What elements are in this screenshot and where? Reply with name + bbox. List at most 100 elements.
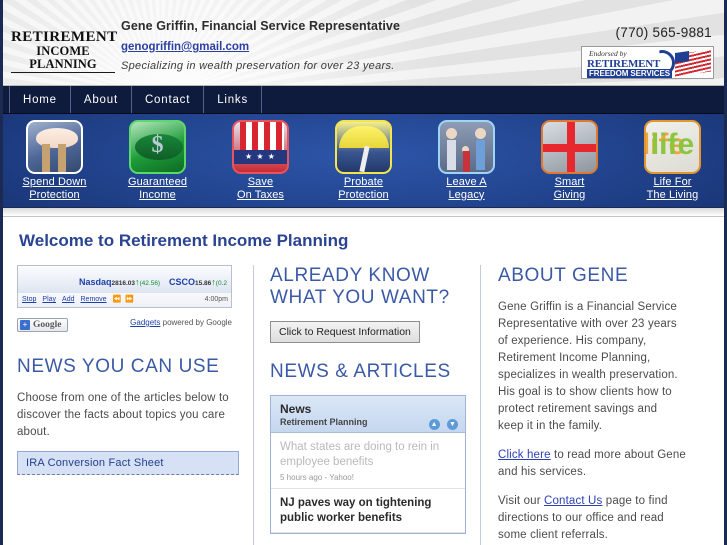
already-know-heading: ALREADY KNOW WHAT YOU WANT? <box>270 265 464 309</box>
news-and-articles-heading: NEWS & ARTICLES <box>270 361 451 382</box>
page-root: RETIREMENT INCOME PLANNING Gene Griffin,… <box>0 0 727 545</box>
powered-by-text: powered by Google <box>160 318 232 327</box>
stock-gadget-footer: + Google Gadgets powered by Google <box>17 314 232 334</box>
about-paragraph-3: Visit our Contact Us page to find direct… <box>498 493 686 544</box>
tile-label-line2: Income <box>139 188 176 201</box>
tile-label-line1: Save <box>247 176 274 188</box>
life-wordmark-icon <box>644 120 701 174</box>
article-link-ira-conversion-fact-sheet[interactable]: IRA Conversion Fact Sheet <box>17 451 239 475</box>
gadget-timestamp: 4:00pm <box>204 296 228 303</box>
left-column: Nasdaq2816.03↑(42.56) CSCO15.86↑(0.2 Sto… <box>17 265 253 545</box>
gift-box-icon <box>541 120 598 174</box>
site-logo[interactable]: RETIREMENT INCOME PLANNING <box>11 29 118 73</box>
stock-ticker-gadget: Nasdaq2816.03↑(42.56) CSCO15.86↑(0.2 Sto… <box>17 265 232 308</box>
quote-change: (0.2 <box>215 280 227 287</box>
click-here-link[interactable]: Click here <box>498 449 551 461</box>
agent-email-link[interactable]: genogriffin@gmail.com <box>121 41 249 53</box>
logo-line-1: RETIREMENT <box>11 29 118 45</box>
main-content: Welcome to Retirement Income Planning Na… <box>3 217 724 545</box>
tile-label-line2: On Taxes <box>236 188 285 201</box>
about-paragraph-1: Gene Griffin is a Financial Service Repr… <box>498 301 678 432</box>
nav-item-about[interactable]: About <box>71 86 132 113</box>
agent-name-title: Gene Griffin, Financial Service Represen… <box>121 19 401 33</box>
news-list-item[interactable]: NJ paves way on tightening public worker… <box>271 489 465 533</box>
tile-label-line2: The Living <box>646 188 699 201</box>
dollar-bill-icon <box>129 120 186 174</box>
gadget-add-link[interactable]: Add <box>62 296 74 303</box>
endorsement-badge: Endorsed by RETIREMENT FREEDOM SERVICES <box>581 46 714 79</box>
chevron-up-icon[interactable]: ▲ <box>428 419 440 430</box>
gadget-play-link[interactable]: Play <box>42 296 56 303</box>
news-headline[interactable]: NJ paves way on tightening public worker… <box>280 496 456 526</box>
hand-with-cane-icon <box>26 120 83 174</box>
endorsement-line-1: Endorsed by <box>589 49 627 58</box>
about-gene-heading: ABOUT GENE <box>498 265 629 286</box>
chevron-down-icon[interactable]: ▼ <box>447 419 458 430</box>
stock-quote-row: Nasdaq2816.03↑(42.56) CSCO15.86↑(0.2 <box>18 266 231 292</box>
logo-line-2: INCOME PLANNING <box>11 45 115 73</box>
header-tagline: Specializing in wealth preservation for … <box>121 60 395 72</box>
quote-change: (42.56) <box>139 280 161 287</box>
gadget-remove-link[interactable]: Remove <box>81 296 107 303</box>
about-paragraph-3-pre: Visit our <box>498 495 545 507</box>
page-title: Welcome to Retirement Income Planning <box>19 231 349 250</box>
quote-symbol[interactable]: Nasdaq <box>79 277 112 287</box>
site-header: RETIREMENT INCOME PLANNING Gene Griffin,… <box>3 0 724 86</box>
tile-label-line1: Leave A <box>446 176 487 188</box>
news-headline[interactable]: What states are doing to rein in employe… <box>280 440 456 470</box>
google-button-label: Google <box>33 320 62 330</box>
feature-tile-spend-down-protection[interactable]: Spend Down Protection <box>8 120 102 201</box>
right-column: ABOUT GENE Gene Griffin is a Financial S… <box>481 265 686 545</box>
already-know-heading-line1: ALREADY KNOW <box>270 265 430 286</box>
news-widget: News Retirement Planning ▲ ▼ What states… <box>270 395 466 534</box>
request-information-button[interactable]: Click to Request Information <box>270 321 420 343</box>
feature-tile-smart-giving[interactable]: Smart Giving <box>523 120 617 201</box>
news-widget-header: News Retirement Planning ▲ ▼ <box>271 396 465 433</box>
header-phone: (770) 565-9881 <box>615 25 712 40</box>
about-paragraph-2: Click here to read more about Gene and h… <box>498 447 686 481</box>
endorsement-line-3: FREEDOM SERVICES <box>587 69 672 78</box>
tile-label-line1: Probate <box>343 176 384 188</box>
tile-label-line1: Spend Down <box>22 176 87 188</box>
flag-canton-icon <box>675 51 689 63</box>
gadget-scroll-arrows-icon[interactable]: ⏪ ⏩ <box>113 296 135 303</box>
main-navigation: Home About Contact Links <box>3 86 724 114</box>
feature-tile-guaranteed-income[interactable]: Guaranteed Income <box>111 120 205 201</box>
feature-tile-save-on-taxes[interactable]: Save On Taxes <box>214 120 308 201</box>
quote-value: 15.86 <box>195 280 212 287</box>
already-know-heading-line2: WHAT YOU WANT? <box>270 287 450 308</box>
feature-icon-strip: Spend Down Protection Guaranteed Income … <box>3 114 724 207</box>
tile-label-line1: Guaranteed <box>127 176 188 188</box>
powered-by-google: Gadgets powered by Google <box>130 318 232 327</box>
umbrella-icon <box>335 120 392 174</box>
gadgets-link[interactable]: Gadgets <box>130 318 160 327</box>
google-button[interactable]: + Google <box>17 318 68 332</box>
tile-label-line1: Life For <box>653 176 692 188</box>
quote-symbol[interactable]: CSCO <box>169 277 195 287</box>
news-intro-text: Choose from one of the articles below to… <box>17 392 229 438</box>
google-plus-icon: + <box>20 320 30 330</box>
contact-us-link[interactable]: Contact Us <box>544 495 602 507</box>
family-icon <box>438 120 495 174</box>
about-gene-body: Gene Griffin is a Financial Service Repr… <box>498 299 686 544</box>
news-list-item[interactable]: What states are doing to rein in employe… <box>271 433 465 489</box>
uncle-sam-hat-icon <box>232 120 289 174</box>
middle-column: ALREADY KNOW WHAT YOU WANT? Click to Req… <box>253 265 481 545</box>
tile-label-line2: Legacy <box>448 188 485 201</box>
nav-item-contact[interactable]: Contact <box>132 86 205 113</box>
quote-value: 2816.03 <box>111 280 136 287</box>
three-column-layout: Nasdaq2816.03↑(42.56) CSCO15.86↑(0.2 Sto… <box>3 265 724 545</box>
news-meta: 5 hours ago - Yahoo! <box>280 473 354 482</box>
feature-tile-probate-protection[interactable]: Probate Protection <box>317 120 411 201</box>
feature-tile-leave-a-legacy[interactable]: Leave A Legacy <box>420 120 514 201</box>
stock-gadget-controls: Stop Play Add Remove ⏪ ⏩ 4:00pm <box>18 292 231 307</box>
feature-tile-life-for-the-living[interactable]: Life For The Living <box>626 120 720 201</box>
tile-label-line2: Protection <box>29 188 80 201</box>
strip-divider <box>3 207 724 217</box>
nav-item-links[interactable]: Links <box>204 86 263 113</box>
nav-item-home[interactable]: Home <box>9 86 71 113</box>
tile-label-line1: Smart <box>554 176 585 188</box>
gadget-stop-link[interactable]: Stop <box>22 296 36 303</box>
tile-label-line2: Giving <box>553 188 586 201</box>
news-you-can-use-heading: NEWS YOU CAN USE <box>17 356 220 377</box>
